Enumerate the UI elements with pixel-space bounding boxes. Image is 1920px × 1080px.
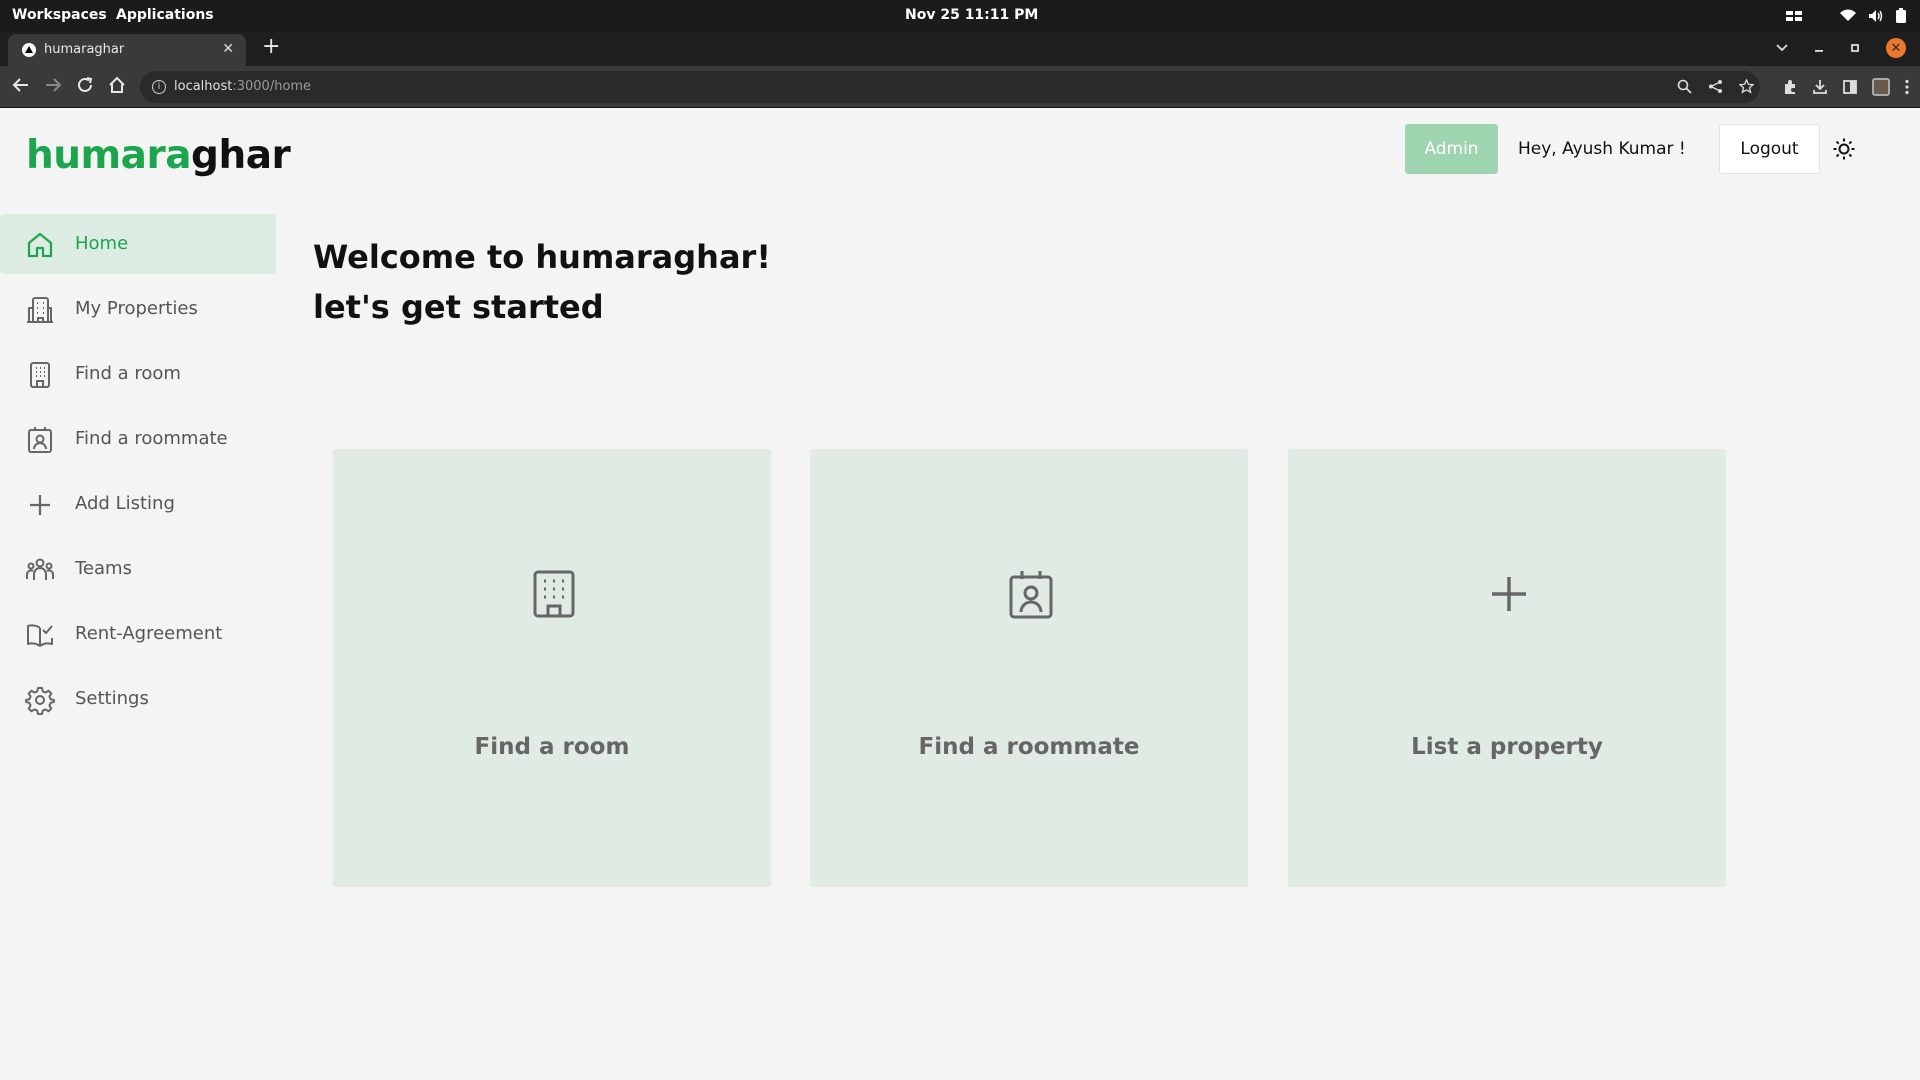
card-label: Find a roommate	[918, 734, 1140, 760]
sidebar-item-my-properties[interactable]: My Properties	[0, 279, 276, 339]
sidebar-item-label: Find a room	[75, 363, 181, 384]
building-icon	[533, 570, 575, 618]
browser-toolbar: i localhost:3000/home	[0, 66, 1920, 108]
sidebar-item-label: Teams	[75, 558, 132, 579]
new-tab-icon[interactable]: +	[262, 36, 280, 58]
profile-avatar[interactable]	[1872, 78, 1890, 96]
contact-badge-icon	[1009, 571, 1053, 619]
logo-part-humara: humara	[26, 133, 192, 178]
side-panel-icon[interactable]	[1842, 79, 1858, 95]
sidebar-item-label: Add Listing	[75, 493, 175, 514]
system-tray[interactable]	[1786, 8, 1906, 23]
home-browser-icon[interactable]	[108, 76, 126, 94]
team-icon	[26, 558, 54, 580]
sidebar-item-label: My Properties	[75, 298, 198, 319]
wifi-icon[interactable]	[1840, 9, 1856, 22]
extension-icons	[1782, 78, 1910, 96]
sidebar-item-find-a-roommate[interactable]: Find a roommate	[0, 409, 276, 469]
welcome-subheading: let's get started	[313, 288, 604, 326]
address-bar[interactable]: i localhost:3000/home	[140, 71, 1760, 103]
workspaces-menu[interactable]: Workspaces	[12, 7, 107, 23]
url-text[interactable]: localhost:3000/home	[174, 79, 311, 94]
building-icon	[30, 362, 50, 388]
sidebar-item-settings[interactable]: Settings	[0, 669, 276, 729]
home-icon	[27, 232, 53, 258]
plus-icon	[1492, 577, 1526, 611]
system-clock[interactable]: Nov 25 11:11 PM	[905, 7, 1038, 23]
share-icon[interactable]	[1708, 79, 1723, 94]
logout-button[interactable]: Logout	[1719, 124, 1820, 174]
welcome-heading: Welcome to humaraghar!	[313, 238, 771, 276]
book-check-icon	[27, 624, 53, 647]
tab-search-chevron-icon[interactable]	[1776, 44, 1788, 52]
window-close-icon[interactable]: ✕	[1886, 38, 1906, 58]
sidebar-item-find-a-room[interactable]: Find a room	[0, 344, 276, 404]
extensions-icon[interactable]	[1782, 79, 1798, 95]
sidebar-item-home[interactable]: Home	[0, 214, 276, 274]
url-actions	[1677, 79, 1754, 94]
app-logo[interactable]: humaraghar	[26, 133, 291, 178]
browser-tab[interactable]: humaraghar ✕	[8, 34, 246, 66]
tab-title: humaraghar	[44, 42, 125, 57]
browser-menu-icon[interactable]	[1904, 79, 1910, 95]
sidebar-item-add-listing[interactable]: Add Listing	[0, 474, 276, 534]
minimize-icon[interactable]	[1814, 43, 1824, 53]
user-greeting: Hey, Ayush Kumar !	[1518, 139, 1686, 159]
admin-button[interactable]: Admin	[1405, 124, 1498, 174]
card-label: List a property	[1411, 734, 1603, 760]
site-info-icon[interactable]: i	[152, 80, 166, 94]
tab-close-icon[interactable]: ✕	[222, 41, 234, 57]
card-label: Find a room	[474, 734, 630, 760]
logo-part-ghar: ghar	[191, 133, 291, 178]
zoom-icon[interactable]	[1677, 79, 1692, 94]
maximize-icon[interactable]	[1850, 43, 1860, 53]
page-title: Welcome to humaraghar! let's get started	[313, 232, 771, 332]
sidebar-item-label: Settings	[75, 688, 149, 709]
sidebar-nav: Home My Properties Find a room Find a ro…	[0, 214, 276, 734]
window-controls: ✕	[1776, 38, 1906, 58]
sidebar-item-label: Rent-Agreement	[75, 623, 223, 644]
sidebar-item-label: Find a roommate	[75, 428, 228, 449]
contact-badge-icon	[28, 427, 52, 453]
list-a-property-card[interactable]: List a property	[1288, 449, 1726, 887]
favicon-icon	[22, 43, 36, 57]
battery-icon[interactable]	[1896, 8, 1906, 23]
find-a-roommate-card[interactable]: Find a roommate	[810, 449, 1248, 887]
download-icon[interactable]	[1812, 79, 1828, 95]
window-switcher-icon[interactable]	[1786, 10, 1802, 22]
back-icon[interactable]	[12, 76, 30, 94]
buildings-icon	[27, 297, 53, 323]
theme-toggle-sun-icon[interactable]	[1832, 137, 1856, 161]
plus-icon	[30, 495, 50, 515]
reload-icon[interactable]	[76, 76, 94, 94]
browser-tab-strip: humaraghar ✕ + ✕	[0, 32, 1920, 66]
sidebar-item-teams[interactable]: Teams	[0, 539, 276, 599]
sidebar-item-label: Home	[75, 233, 129, 254]
forward-icon[interactable]	[44, 76, 62, 94]
sidebar-item-rent-agreement[interactable]: Rent-Agreement	[0, 604, 276, 664]
find-a-room-card[interactable]: Find a room	[333, 449, 771, 887]
volume-icon[interactable]	[1868, 9, 1884, 23]
applications-menu[interactable]: Applications	[116, 7, 214, 23]
bookmark-star-icon[interactable]	[1739, 79, 1754, 94]
os-top-bar: Workspaces Applications Nov 25 11:11 PM	[0, 0, 1920, 32]
gear-icon	[25, 687, 55, 715]
nav-buttons	[12, 76, 126, 94]
